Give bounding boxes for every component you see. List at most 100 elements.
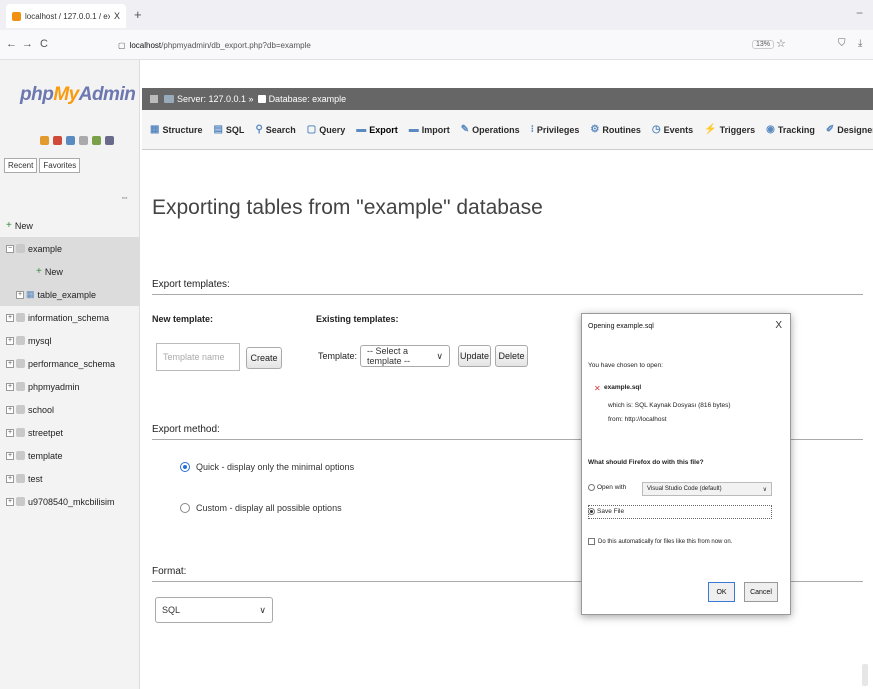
server-icon bbox=[164, 95, 174, 103]
expand-icon[interactable]: + bbox=[6, 474, 14, 483]
tree-item[interactable]: + information_schema bbox=[0, 306, 140, 329]
tab-operations[interactable]: ✎ Operations bbox=[461, 119, 520, 141]
home-icon[interactable] bbox=[40, 136, 49, 145]
tree-item[interactable]: + phpmyadmin bbox=[0, 375, 140, 398]
tree-item[interactable]: + test bbox=[0, 467, 140, 490]
tree-item[interactable]: + mysql bbox=[0, 329, 140, 352]
chevron-down-icon: ∨ bbox=[762, 486, 767, 493]
database-icon bbox=[16, 382, 25, 391]
tab-export[interactable]: ▬ Export bbox=[356, 119, 398, 141]
minimize-icon[interactable]: − bbox=[856, 6, 863, 20]
open-with-radio[interactable]: Open with bbox=[588, 484, 626, 491]
expand-icon[interactable]: + bbox=[6, 313, 14, 322]
delete-button[interactable]: Delete bbox=[495, 345, 528, 367]
open-with-label: Open with bbox=[597, 484, 627, 491]
phpmyadmin-logo[interactable]: phpMyAdmin bbox=[20, 84, 136, 106]
tree-item[interactable]: − example bbox=[0, 237, 140, 260]
menu-toggle-icon[interactable] bbox=[150, 95, 158, 103]
reload-icon[interactable]: C bbox=[40, 38, 48, 50]
forward-icon[interactable]: → bbox=[22, 38, 33, 50]
expand-icon[interactable]: + bbox=[6, 336, 14, 345]
tree-item-label: mysql bbox=[28, 335, 52, 346]
shield-icon[interactable]: ⛉ bbox=[838, 38, 846, 49]
expand-icon[interactable]: − bbox=[6, 244, 14, 253]
recent-favorites: Recent Favorites bbox=[4, 158, 81, 173]
reload-nav-icon[interactable] bbox=[105, 136, 114, 145]
tab-events[interactable]: ◷ Events bbox=[652, 119, 693, 141]
format-select[interactable]: SQL ∨ bbox=[155, 597, 273, 623]
expand-icon[interactable]: + bbox=[6, 497, 14, 506]
template-label: Template: bbox=[318, 351, 358, 361]
zoom-level[interactable]: 13% bbox=[752, 40, 775, 49]
ok-button[interactable]: OK bbox=[708, 582, 735, 602]
expand-icon[interactable]: + bbox=[6, 382, 14, 391]
tab-sql[interactable]: ▤ SQL bbox=[213, 119, 244, 141]
expand-icon[interactable]: + bbox=[16, 290, 24, 299]
tree-item[interactable]: + template bbox=[0, 444, 140, 467]
tab-privileges[interactable]: ⁝ Privileges bbox=[531, 119, 580, 141]
auto-checkbox[interactable]: Do this automatically for files like thi… bbox=[588, 538, 732, 545]
tree-item-label: performance_schema bbox=[28, 358, 116, 369]
tracking-icon: ◉ bbox=[766, 124, 775, 135]
quick-export-radio[interactable]: Quick - display only the minimal options bbox=[180, 462, 354, 472]
download-icon[interactable]: ⤓ bbox=[858, 38, 862, 49]
url-host: localhost bbox=[129, 40, 162, 50]
routines-icon: ⚙ bbox=[590, 124, 600, 135]
logout-icon[interactable] bbox=[53, 136, 62, 145]
tree-item-label: table_example bbox=[37, 289, 97, 300]
query-icon: ▢ bbox=[306, 124, 317, 135]
tree-item[interactable]: + streetpet bbox=[0, 421, 140, 444]
favorites-button[interactable]: Favorites bbox=[39, 158, 81, 173]
tab-triggers[interactable]: ⚡ Triggers bbox=[704, 119, 755, 141]
save-file-radio[interactable]: Save File bbox=[588, 508, 624, 515]
create-button[interactable]: Create bbox=[246, 347, 282, 369]
tab-query[interactable]: ▢ Query bbox=[307, 119, 345, 141]
settings-icon[interactable] bbox=[92, 136, 101, 145]
breadcrumb-server[interactable]: Server: 127.0.0.1 » bbox=[177, 94, 254, 104]
operations-icon: ✎ bbox=[460, 124, 470, 135]
browser-tab[interactable]: localhost / 127.0.0.1 / example X bbox=[6, 4, 126, 28]
tree-item[interactable]: + u9708540_mkcbilisim bbox=[0, 490, 140, 513]
page-info-icon[interactable]: ▢ bbox=[118, 41, 126, 50]
expand-icon[interactable]: + bbox=[6, 359, 14, 368]
logo-php: php bbox=[20, 84, 54, 105]
url-bar[interactable]: ▢ localhost /phpmyadmin/db_export.php?db… bbox=[118, 35, 788, 55]
expand-icon[interactable]: + bbox=[6, 428, 14, 437]
collapse-all-icon[interactable]: ⇔ bbox=[120, 192, 129, 202]
expand-icon[interactable]: + bbox=[6, 405, 14, 414]
expand-icon[interactable]: + bbox=[6, 451, 14, 460]
existing-templates-label: Existing templates: bbox=[316, 314, 399, 324]
tab-import[interactable]: ▬ Import bbox=[409, 119, 450, 141]
tab-routines[interactable]: ⚙ Routines bbox=[590, 119, 640, 141]
close-icon[interactable]: X bbox=[775, 320, 782, 331]
template-select[interactable]: -- Select a template -- ∨ bbox=[360, 345, 450, 367]
tab-close-icon[interactable]: X bbox=[114, 11, 120, 21]
bookmark-star-icon[interactable]: ☆ bbox=[776, 37, 786, 50]
sql-query-icon[interactable] bbox=[66, 136, 75, 145]
tab-search[interactable]: ⚲ Search bbox=[255, 119, 295, 141]
tab-designer[interactable]: ✐ Designer bbox=[826, 119, 873, 141]
tab-structure[interactable]: ▦ Structure bbox=[150, 119, 202, 141]
export-icon: ▬ bbox=[356, 124, 367, 135]
back-icon[interactable]: ← bbox=[6, 38, 17, 50]
tree-item-label: template bbox=[28, 450, 63, 461]
cancel-button[interactable]: Cancel bbox=[744, 582, 778, 602]
tab-tracking[interactable]: ◉ Tracking bbox=[766, 119, 815, 141]
update-button[interactable]: Update bbox=[458, 345, 491, 367]
template-name-input[interactable]: Template name bbox=[156, 343, 240, 371]
new-tab-icon[interactable]: + bbox=[134, 7, 142, 22]
custom-export-radio[interactable]: Custom - display all possible options bbox=[180, 503, 342, 513]
recent-button[interactable]: Recent bbox=[4, 158, 38, 173]
format-select-value: SQL bbox=[162, 605, 181, 615]
scrollbar[interactable] bbox=[862, 664, 868, 686]
docs-icon[interactable] bbox=[79, 136, 88, 145]
import-icon: ▬ bbox=[408, 124, 419, 135]
tree-item-label: test bbox=[28, 473, 43, 484]
tree-item[interactable]: + New bbox=[0, 214, 140, 237]
tree-item[interactable]: + performance_schema bbox=[0, 352, 140, 375]
tree-item[interactable]: + ▦ table_example bbox=[0, 283, 140, 306]
app-select[interactable]: Visual Studio Code (default) ∨ bbox=[642, 482, 772, 496]
tree-item[interactable]: + New bbox=[0, 260, 140, 283]
breadcrumb-database[interactable]: Database: example bbox=[269, 94, 347, 104]
tree-item[interactable]: + school bbox=[0, 398, 140, 421]
